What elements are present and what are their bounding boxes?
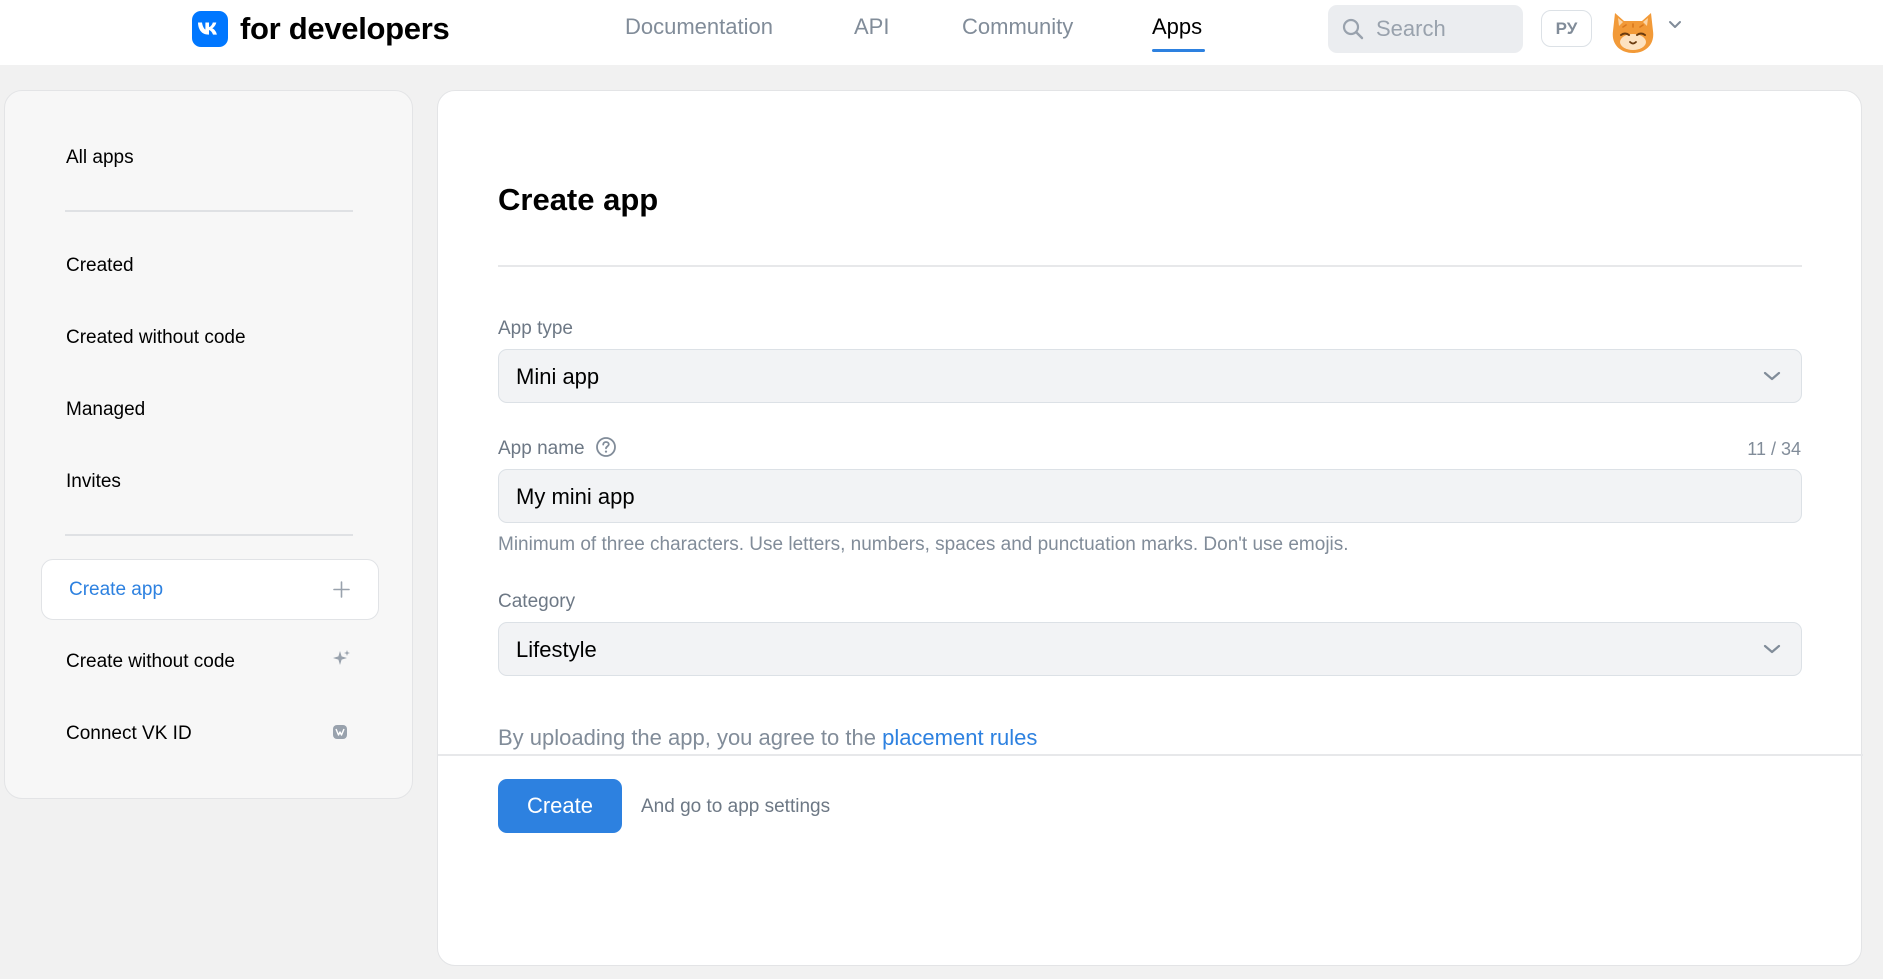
vk-id-icon [333, 725, 347, 739]
nav-documentation[interactable]: Documentation [625, 14, 773, 40]
plus-icon [333, 581, 350, 598]
category-select[interactable]: Lifestyle [498, 622, 1802, 676]
chevron-down-icon [1763, 644, 1781, 654]
create-button-hint: And go to app settings [641, 796, 831, 817]
vk-glyph [198, 22, 217, 35]
search-placeholder: Search [1376, 16, 1446, 41]
sidebar-item-label: Create app [69, 579, 164, 600]
footer-divider [438, 754, 1863, 756]
agreement-text: By uploading the app, you agree to the p… [498, 725, 1037, 751]
search-icon [1342, 18, 1364, 40]
category-value: Lifestyle [516, 637, 597, 662]
sparkle-icon [333, 650, 350, 665]
page-title: Create app [498, 182, 659, 217]
nav-api[interactable]: API [854, 14, 889, 40]
sidebar-item-created[interactable]: Created [66, 255, 134, 277]
search-input[interactable]: Search [1328, 5, 1523, 53]
app-type-label: App type [498, 318, 573, 339]
app-name-input[interactable]: My mini app [498, 469, 1802, 523]
cat-avatar-icon[interactable] [1609, 9, 1657, 55]
vk-logo-icon [192, 11, 228, 47]
sidebar-divider [65, 534, 353, 536]
sidebar-item-managed[interactable]: Managed [66, 399, 145, 421]
sidebar: All apps Created Created without code Ma… [4, 90, 413, 799]
app-name-value: My mini app [516, 484, 635, 509]
app-type-select[interactable]: Mini app [498, 349, 1802, 403]
app-name-counter: 11 / 34 [1747, 439, 1801, 459]
sidebar-item-connect-vk-id[interactable]: Connect VK ID [66, 723, 192, 745]
sidebar-item-invites[interactable]: Invites [66, 471, 121, 493]
help-icon[interactable] [595, 436, 617, 458]
placement-rules-link[interactable]: placement rules [882, 725, 1037, 750]
app-name-hint: Minimum of three characters. Use letters… [498, 534, 1349, 555]
logo[interactable]: for developers [192, 11, 450, 47]
title-divider [498, 265, 1802, 267]
create-button[interactable]: Create [498, 779, 622, 833]
chevron-down-icon [1763, 371, 1781, 381]
logo-text: for developers [240, 11, 450, 46]
app-type-value: Mini app [516, 364, 600, 389]
sidebar-item-created-without-code[interactable]: Created without code [66, 327, 246, 349]
nav-community[interactable]: Community [962, 14, 1073, 40]
agreement-prefix: By uploading the app, you agree to the [498, 725, 883, 750]
create-app-form: Create app App type Mini app App name 11… [437, 90, 1863, 966]
nav-active-indicator [1152, 49, 1205, 52]
language-switch-button[interactable]: РУ [1541, 10, 1592, 47]
sidebar-item-create-app[interactable]: Create app [41, 559, 379, 620]
chevron-down-icon[interactable] [1668, 20, 1682, 30]
sidebar-item-create-without-code[interactable]: Create without code [66, 651, 235, 673]
app-name-label: App name [498, 438, 585, 459]
top-header: for developers Documentation API Communi… [0, 0, 1883, 65]
nav-apps[interactable]: Apps [1152, 14, 1202, 40]
category-label: Category [498, 591, 576, 612]
sidebar-item-all-apps[interactable]: All apps [66, 147, 134, 169]
sidebar-divider [65, 210, 353, 212]
